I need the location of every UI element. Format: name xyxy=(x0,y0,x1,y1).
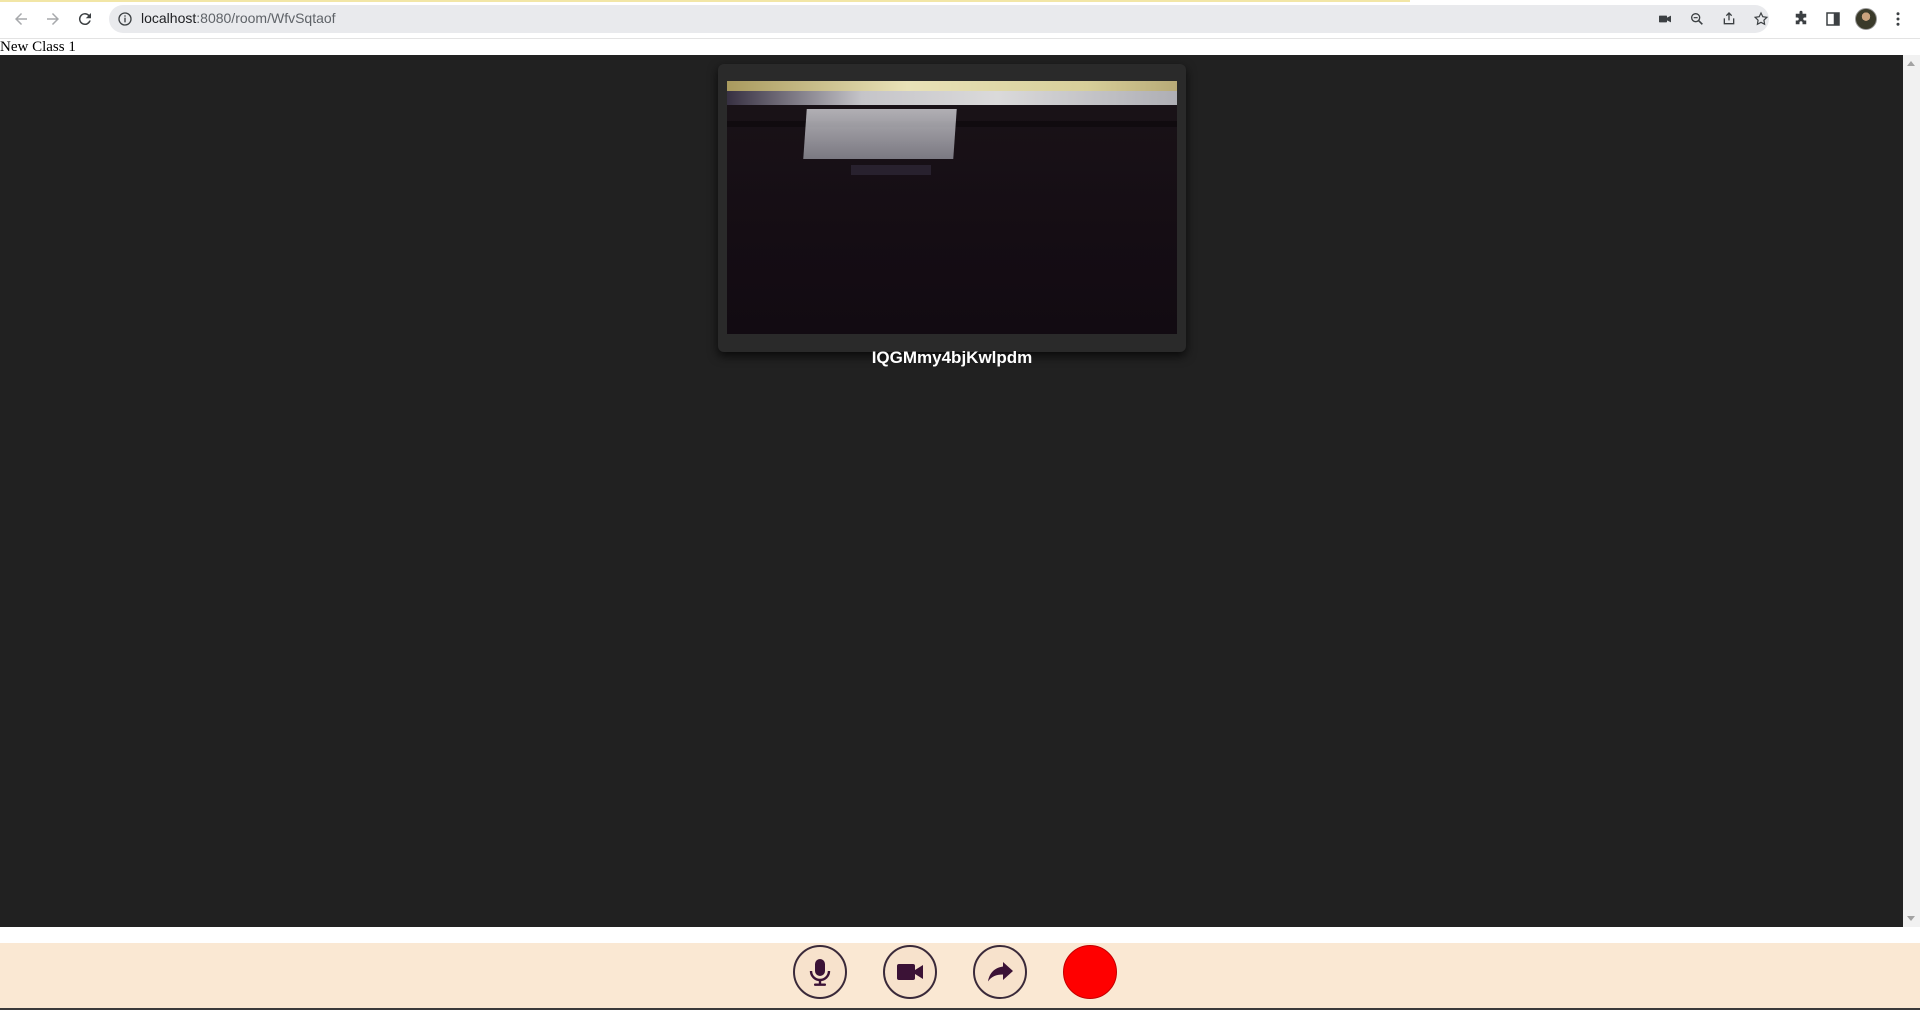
participant-name: IQGMmy4bjKwlpdm xyxy=(871,348,1033,367)
microphone-icon xyxy=(809,959,831,986)
arrow-right-icon xyxy=(47,13,59,25)
zoom-icon xyxy=(1691,12,1703,25)
video-frame-detail xyxy=(727,81,1177,91)
page-title: New Class 1 xyxy=(0,39,76,55)
arrow-left-icon xyxy=(15,13,27,25)
zoom-button[interactable] xyxy=(1688,10,1706,28)
video-frame-detail xyxy=(803,109,957,159)
url-text[interactable]: localhost:8080/room/WfvSqtaof xyxy=(141,10,336,26)
back-button[interactable] xyxy=(9,7,33,31)
reload-button[interactable] xyxy=(73,7,97,31)
participant-video-card xyxy=(718,64,1186,352)
extensions-button[interactable] xyxy=(1790,8,1812,30)
video-frame-detail xyxy=(851,165,931,175)
camera-in-use-button[interactable] xyxy=(1656,10,1674,28)
record-button[interactable] xyxy=(1063,945,1117,999)
microphone-toggle-button[interactable] xyxy=(793,945,847,999)
scroll-up-arrow-icon[interactable] xyxy=(1907,61,1915,66)
reload-icon xyxy=(78,13,91,26)
control-bar xyxy=(0,943,1920,1010)
profile-avatar[interactable] xyxy=(1855,8,1877,30)
kebab-menu-icon xyxy=(1896,12,1900,26)
page-load-progress-bar xyxy=(0,0,1410,2)
screen-share-button[interactable] xyxy=(973,945,1027,999)
video-frame-detail xyxy=(727,91,1177,105)
forward-button[interactable] xyxy=(41,7,65,31)
url-path: :8080/room/WfvSqtaof xyxy=(196,10,336,26)
share-arrow-icon xyxy=(988,962,1013,982)
info-icon[interactable] xyxy=(117,11,133,27)
address-bar[interactable]: localhost:8080/room/WfvSqtaof xyxy=(109,5,1769,33)
browser-menu-button[interactable] xyxy=(1887,8,1909,30)
browser-toolbar: localhost:8080/room/WfvSqtaof xyxy=(0,0,1920,39)
participant-video-feed xyxy=(727,81,1177,334)
bookmark-button[interactable] xyxy=(1752,10,1770,28)
share-icon xyxy=(1723,12,1735,25)
camera-toggle-button[interactable] xyxy=(883,945,937,999)
share-page-button[interactable] xyxy=(1720,10,1738,28)
side-panel-icon xyxy=(1826,12,1840,26)
star-icon xyxy=(1753,11,1769,26)
control-bar-gap xyxy=(0,927,1920,943)
scroll-down-arrow-icon[interactable] xyxy=(1907,916,1915,921)
video-camera-icon xyxy=(1659,15,1671,23)
vertical-scrollbar[interactable] xyxy=(1903,55,1920,927)
video-camera-icon xyxy=(897,964,923,980)
puzzle-icon xyxy=(1795,10,1807,25)
side-panel-button[interactable] xyxy=(1822,8,1844,30)
url-host: localhost xyxy=(141,10,197,26)
